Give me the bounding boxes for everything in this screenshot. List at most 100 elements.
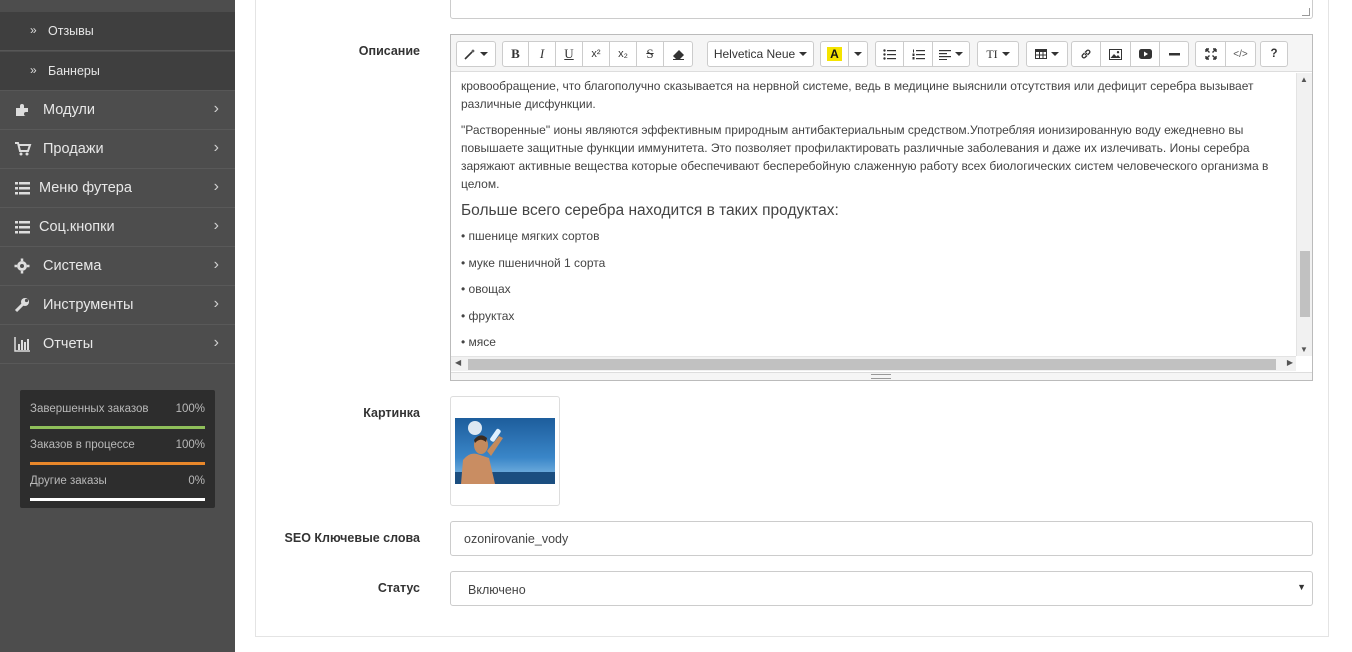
sidebar-item-label: Инструменты (43, 297, 134, 313)
chevron-right-icon: › (213, 334, 219, 351)
resize-grip-icon[interactable] (1302, 8, 1310, 16)
code-view-button[interactable]: </> (1225, 41, 1256, 67)
underline-button[interactable]: U (555, 41, 583, 67)
sidebar-item-label: Модули (43, 102, 95, 118)
scroll-right-arrow-icon[interactable]: ▶ (1287, 358, 1293, 367)
subscript-button[interactable]: x₂ (609, 41, 637, 67)
sidebar-item-modules[interactable]: Модули › (0, 91, 235, 130)
superscript-button[interactable]: x² (582, 41, 610, 67)
wrench-icon (14, 298, 29, 313)
sidebar: » Отзывы » Баннеры Модули › Продажи › Ме… (0, 0, 235, 652)
resize-grip-icon[interactable] (871, 374, 891, 379)
stat-completed-orders: Завершенных заказов 100% (30, 403, 205, 429)
chevron-right-icon: › (213, 178, 219, 195)
stat-label: Завершенных заказов (30, 403, 149, 415)
list-icon (15, 221, 30, 234)
list-icon (15, 182, 30, 195)
chevron-right-icon: › (213, 256, 219, 273)
sidebar-item-label: Меню футера (39, 180, 132, 196)
status-label: Статус (377, 581, 420, 595)
chevron-right-icon: › (213, 217, 219, 234)
stat-percent: 100% (175, 403, 205, 415)
status-select[interactable]: Включено ▼ (450, 571, 1313, 606)
status-selected-value: Включено (468, 583, 526, 597)
font-family-dropdown[interactable]: Helvetica Neue (707, 41, 814, 67)
text-height-icon: TI (986, 46, 998, 61)
stat-percent: 0% (188, 475, 205, 487)
double-chevron-icon: » (30, 23, 37, 37)
sidebar-item-social-buttons[interactable]: Соц.кнопки › (0, 208, 235, 247)
clear-format-button[interactable] (663, 41, 693, 67)
content-list-item: • пшенице мягких сортов (461, 229, 600, 243)
double-chevron-icon: » (30, 63, 37, 77)
product-thumbnail (455, 418, 555, 484)
dropdown-arrow-icon: ▼ (1297, 582, 1306, 592)
chevron-right-icon: › (213, 100, 219, 117)
scroll-down-arrow-icon[interactable]: ▼ (1300, 345, 1308, 354)
chevron-right-icon: › (213, 295, 219, 312)
scroll-up-arrow-icon[interactable]: ▲ (1300, 75, 1308, 84)
sidebar-item-label: Система (43, 258, 102, 274)
scroll-left-arrow-icon[interactable]: ◀ (455, 358, 461, 367)
editor-content[interactable]: кровообращение, что благополучно сказыва… (451, 73, 1296, 356)
line-height-dropdown[interactable]: TI (977, 41, 1019, 67)
insert-video-button[interactable] (1130, 41, 1160, 67)
text-color-dropdown[interactable] (848, 41, 868, 67)
insert-image-button[interactable] (1100, 41, 1131, 67)
stat-orders-in-progress: Заказов в процессе 100% (30, 439, 205, 465)
gear-icon (14, 258, 30, 274)
style-dropdown-button[interactable] (456, 41, 496, 67)
code-icon: </> (1233, 48, 1248, 60)
rich-text-editor: B I U x² x₂ S Helvetica Neue A TI </> ? … (450, 34, 1313, 381)
horizontal-rule-button[interactable] (1159, 41, 1189, 67)
seo-keywords-label: SEO Ключевые слова (284, 531, 420, 545)
sidebar-item-label: Соц.кнопки (39, 219, 115, 235)
bullet-list-icon (883, 48, 896, 60)
editor-toolbar: B I U x² x₂ S Helvetica Neue A TI </> ? (451, 35, 1312, 72)
horizontal-scroll-thumb[interactable] (468, 359, 1276, 370)
stat-progress-bar (30, 426, 205, 429)
previous-textarea[interactable] (450, 0, 1313, 19)
help-button[interactable]: ? (1260, 41, 1288, 67)
sidebar-subitem-banners[interactable]: » Баннеры (0, 52, 235, 91)
sidebar-item-tools[interactable]: Инструменты › (0, 286, 235, 325)
highlight-a-icon: A (827, 47, 842, 61)
puzzle-icon (16, 104, 28, 116)
ordered-list-button[interactable] (903, 41, 933, 67)
cart-icon (15, 142, 32, 156)
minus-icon (1168, 52, 1180, 55)
table-icon (1035, 49, 1047, 59)
stat-label: Другие заказы (30, 475, 107, 487)
sidebar-subitem-reviews[interactable]: » Отзывы (0, 12, 235, 51)
insert-link-button[interactable] (1071, 41, 1101, 67)
image-picker[interactable] (450, 396, 560, 506)
font-family-value: Helvetica Neue (713, 47, 796, 61)
unordered-list-button[interactable] (875, 41, 904, 67)
sidebar-item-system[interactable]: Система › (0, 247, 235, 286)
seo-keywords-value: ozonirovanie_vody (464, 532, 569, 546)
sidebar-item-label: Отчеты (43, 336, 94, 352)
vertical-scrollbar[interactable]: ▲ ▼ (1296, 73, 1312, 356)
paragraph-align-dropdown[interactable] (932, 41, 970, 67)
bar-chart-icon (14, 337, 30, 352)
horizontal-scrollbar[interactable]: ◀ ▶ (451, 356, 1296, 371)
editor-resize-bar[interactable] (451, 372, 1312, 380)
fullscreen-button[interactable] (1195, 41, 1226, 67)
sidebar-item-reports[interactable]: Отчеты › (0, 325, 235, 364)
content-paragraph: "Растворенные" ионы являются эффективным… (461, 123, 1269, 191)
image-label: Картинка (363, 406, 420, 420)
seo-keywords-input[interactable]: ozonirovanie_vody (450, 521, 1313, 556)
table-dropdown[interactable] (1026, 41, 1068, 67)
sidebar-item-sales[interactable]: Продажи › (0, 130, 235, 169)
stat-percent: 100% (175, 439, 205, 451)
eraser-icon (672, 49, 684, 60)
bold-button[interactable]: B (502, 41, 529, 67)
content-paragraph: кровообращение, что благополучно сказыва… (461, 79, 1254, 111)
italic-button[interactable]: I (528, 41, 556, 67)
sidebar-subitem-label: Отзывы (48, 24, 94, 38)
strikethrough-button[interactable]: S (636, 41, 664, 67)
chevron-right-icon: › (213, 139, 219, 156)
sidebar-item-footer-menu[interactable]: Меню футера › (0, 169, 235, 208)
vertical-scroll-thumb[interactable] (1300, 251, 1310, 317)
text-color-button[interactable]: A (820, 41, 849, 67)
